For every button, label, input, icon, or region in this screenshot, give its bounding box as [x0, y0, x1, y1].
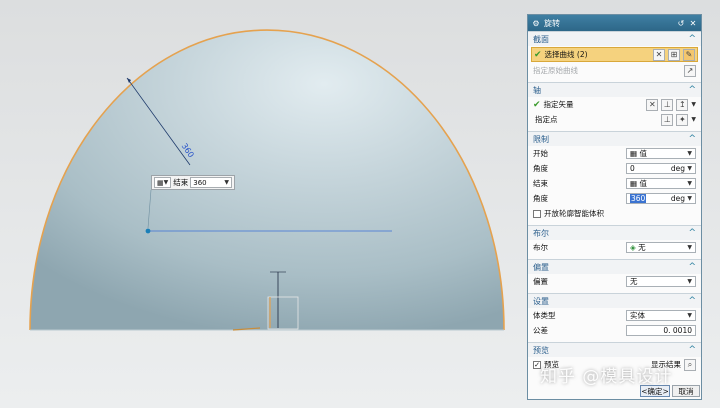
boolean-label: 布尔 — [533, 243, 548, 252]
start-angle-row: 角度 0 deg ▼ — [528, 161, 701, 176]
dynamic-input-box[interactable]: ▦ ▼ 结束 360 ▼ — [151, 175, 235, 190]
cancel-button[interactable]: 取消 — [672, 385, 700, 397]
check-icon: ✔ — [533, 99, 541, 110]
specify-point-row[interactable]: 指定点 ⊥ ✦ ▼ — [528, 112, 701, 127]
point-dialog-icon[interactable]: ⊥ — [661, 113, 674, 126]
origin-curve-label: 指定原始曲线 — [533, 66, 578, 75]
gear-icon[interactable]: ⚙ — [532, 19, 540, 28]
dialog-title: 旋转 — [544, 18, 560, 28]
body-type-select[interactable]: 实体 ▼ — [626, 310, 696, 321]
section-header-limits[interactable]: 限制 ^ — [528, 131, 701, 146]
specify-vector-row[interactable]: ✔ 指定矢量 ✕ ⊥ ↥ ▼ — [528, 97, 701, 112]
chevron-down-icon: ▼ — [163, 179, 169, 186]
graphics-viewport[interactable]: 360 ▦ ▼ 结束 360 ▼ — [0, 0, 527, 408]
start-angle-input[interactable]: 0 deg ▼ — [626, 163, 696, 174]
origin-curve-row[interactable]: 指定原始曲线 ↗ — [528, 63, 701, 78]
section-header-offset[interactable]: 偏置 ^ — [528, 259, 701, 274]
end-angle-row: 角度 360 deg ▼ — [528, 191, 701, 206]
reverse-direction-icon[interactable]: ✕ — [646, 98, 659, 111]
dynamic-value-select[interactable]: ▦ ▼ — [154, 177, 172, 188]
value-type-icon: ▦ — [630, 179, 640, 188]
boolean-none-icon: ◈ — [630, 243, 639, 252]
chevron-down-icon: ▼ — [224, 179, 229, 186]
axis-origin-point — [145, 228, 151, 234]
magnifier-icon[interactable]: ⌕ — [684, 358, 696, 371]
end-label: 结束 — [533, 179, 548, 188]
boolean-row: 布尔 ◈ 无 ▼ — [528, 240, 701, 255]
chevron-down-icon: ▼ — [687, 180, 692, 187]
chevron-down-icon: ▼ — [687, 312, 692, 319]
offset-select[interactable]: 无 ▼ — [626, 276, 696, 287]
arrow-icon[interactable]: ↗ — [684, 64, 696, 77]
value-type-icon: ▦ — [630, 149, 640, 158]
body-type-row: 体类型 实体 ▼ — [528, 308, 701, 323]
value-type-icon: ▦ — [157, 178, 164, 187]
tolerance-row: 公差 0. 0010 — [528, 323, 701, 338]
chevron-down-icon: ▼ — [687, 150, 692, 157]
chevron-down-icon: ▼ — [687, 244, 692, 251]
vector-dialog-icon[interactable]: ⊥ — [661, 98, 674, 111]
collapse-caret-icon: ^ — [688, 228, 696, 238]
revolved-body — [30, 30, 504, 330]
chevron-down-icon: ▼ — [687, 195, 692, 202]
section-header-settings[interactable]: 设置 ^ — [528, 293, 701, 308]
section-header-preview[interactable]: 预览 ^ — [528, 342, 701, 357]
dialog-titlebar[interactable]: ⚙ 旋转 ↺ ✕ — [528, 15, 701, 31]
collapse-caret-icon: ^ — [688, 262, 696, 272]
chevron-down-icon[interactable]: ▼ — [691, 116, 696, 123]
deselect-icon[interactable]: ✕ — [653, 48, 665, 61]
start-row: 开始 ▦ 值 ▼ — [528, 146, 701, 161]
revolve-dialog: ⚙ 旋转 ↺ ✕ 截面 ^ ✔ 选择曲线 (2) ✕ ⊞ ✎ 指定原始曲线 ↗ … — [527, 14, 702, 400]
open-profile-row[interactable]: 开放轮廓智能体积 — [528, 206, 701, 221]
collapse-caret-icon: ^ — [688, 34, 696, 44]
body-type-label: 体类型 — [533, 311, 556, 320]
dome-model — [29, 29, 505, 331]
section-header-boolean[interactable]: 布尔 ^ — [528, 225, 701, 240]
select-curve-row[interactable]: ✔ 选择曲线 (2) ✕ ⊞ ✎ — [531, 47, 698, 62]
collapse-caret-icon: ^ — [688, 296, 696, 306]
end-angle-label: 角度 — [533, 194, 548, 203]
end-row: 结束 ▦ 值 ▼ — [528, 176, 701, 191]
collapse-caret-icon: ^ — [688, 345, 696, 355]
chevron-down-icon: ▼ — [687, 278, 692, 285]
specify-vector-label: 指定矢量 — [543, 100, 574, 109]
select-curve-label: 选择曲线 (2) — [544, 50, 588, 59]
chevron-down-icon[interactable]: ▼ — [691, 101, 696, 108]
check-icon: ✔ — [534, 49, 542, 60]
end-angle-input[interactable]: 360 deg ▼ — [626, 193, 696, 204]
tolerance-label: 公差 — [533, 326, 548, 335]
collapse-caret-icon: ^ — [688, 134, 696, 144]
offset-row: 偏置 无 ▼ — [528, 274, 701, 289]
collapse-caret-icon: ^ — [688, 85, 696, 95]
section-header-axis[interactable]: 轴 ^ — [528, 82, 701, 97]
start-angle-label: 角度 — [533, 164, 548, 173]
section-header-profile[interactable]: 截面 ^ — [528, 31, 701, 46]
chevron-down-icon: ▼ — [687, 165, 692, 172]
tolerance-input[interactable]: 0. 0010 — [626, 325, 696, 336]
offset-label: 偏置 — [533, 277, 548, 286]
watermark-text: 知乎 @模具设计 — [540, 367, 673, 387]
point-type-icon[interactable]: ✦ — [676, 113, 689, 126]
open-profile-checkbox[interactable] — [533, 209, 541, 218]
dynamic-field-label: 结束 — [173, 178, 189, 187]
open-profile-label: 开放轮廓智能体积 — [544, 209, 604, 218]
close-icon[interactable]: ✕ — [689, 19, 697, 28]
end-type-select[interactable]: ▦ 值 ▼ — [626, 178, 696, 189]
curve-rule-icon[interactable]: ⊞ — [668, 48, 680, 61]
vector-type-icon[interactable]: ↥ — [676, 98, 689, 111]
start-type-select[interactable]: ▦ 值 ▼ — [626, 148, 696, 159]
dynamic-end-input[interactable]: 360 ▼ — [190, 177, 232, 188]
start-label: 开始 — [533, 149, 548, 158]
specify-point-label: 指定点 — [535, 115, 558, 124]
boolean-select[interactable]: ◈ 无 ▼ — [626, 242, 696, 253]
sketch-icon[interactable]: ✎ — [683, 48, 695, 61]
reset-icon[interactable]: ↺ — [677, 19, 685, 28]
